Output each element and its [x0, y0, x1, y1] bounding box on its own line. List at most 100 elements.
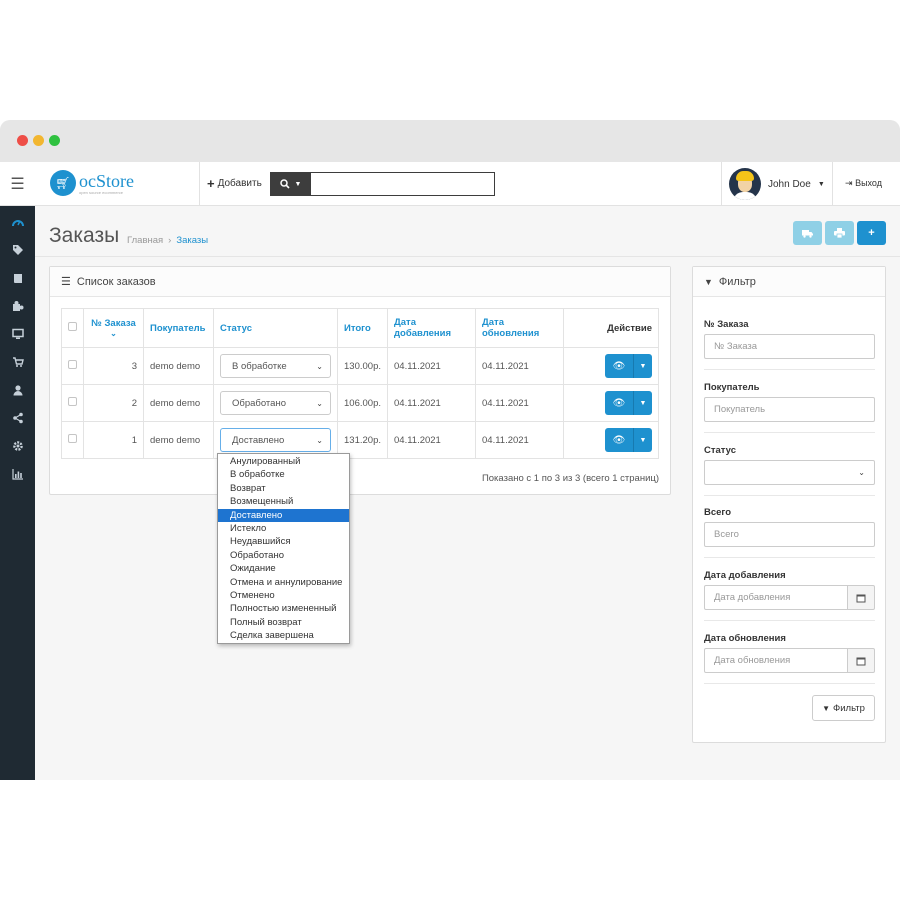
status-option[interactable]: Полностью измененный: [218, 602, 349, 615]
status-dropdown-list: Анулированный В обработке Возврат Возмещ…: [217, 453, 350, 645]
user-menu[interactable]: John Doe ▼: [729, 168, 825, 200]
divider: [704, 557, 875, 558]
logo-name: ocStore: [79, 170, 134, 191]
status-select-value: Обработано: [232, 397, 286, 409]
puzzle-icon[interactable]: [0, 292, 35, 320]
status-select[interactable]: Доставлено ⌄: [220, 428, 331, 452]
add-order-button[interactable]: +: [857, 221, 886, 245]
top-header: ☰ 🛒︎ ocStore open source ecommerce + Доб…: [0, 162, 900, 206]
status-select-value: Доставлено: [232, 434, 285, 446]
view-order-button[interactable]: 👁︎: [605, 428, 633, 452]
search-input[interactable]: [311, 172, 495, 196]
row-checkbox[interactable]: [68, 360, 77, 369]
calendar-icon[interactable]: [847, 585, 875, 610]
date-modified-field[interactable]: Дата обновления: [704, 648, 848, 673]
date-added-field[interactable]: Дата добавления: [704, 585, 848, 610]
status-option[interactable]: Обработано: [218, 549, 349, 562]
status-filter-select[interactable]: ⌄: [704, 460, 875, 485]
divider: [35, 256, 900, 257]
gear-icon[interactable]: [0, 432, 35, 460]
cart-icon[interactable]: [0, 348, 35, 376]
monitor-icon[interactable]: [0, 320, 35, 348]
breadcrumb-home[interactable]: Главная: [127, 235, 163, 246]
status-select[interactable]: В обработке ⌄: [220, 354, 331, 378]
order-actions-dropdown-button[interactable]: ▼: [633, 391, 652, 415]
col-date-added-line2: добавления: [394, 328, 452, 339]
row-select-cell: [61, 384, 84, 422]
status-option[interactable]: Ожидание: [218, 562, 349, 575]
row-select-cell: [61, 347, 84, 385]
filter-button[interactable]: ▼ Фильтр: [812, 695, 875, 721]
cart-logo-icon: 🛒︎: [50, 170, 76, 196]
caret-down-icon: ▼: [294, 180, 302, 188]
maximize-window-button[interactable]: [49, 135, 60, 146]
close-window-button[interactable]: [17, 135, 28, 146]
total-field[interactable]: Всего: [704, 522, 875, 547]
select-all-cell: [61, 308, 84, 348]
view-order-button[interactable]: 👁︎: [605, 354, 633, 378]
total-cell: 130.00р.: [337, 347, 388, 385]
status-option[interactable]: Анулированный: [218, 455, 349, 468]
chevron-down-icon: ⌄: [316, 361, 323, 371]
share-icon[interactable]: [0, 404, 35, 432]
caret-down-icon: ▼: [639, 399, 647, 407]
book-icon[interactable]: [0, 264, 35, 292]
table-row: 1 demo demo Доставлено ⌄ 131.20р. 04.11.2…: [61, 421, 659, 459]
customer-field[interactable]: Покупатель: [704, 397, 875, 422]
status-option[interactable]: В обработке: [218, 468, 349, 481]
store-logo[interactable]: 🛒︎ ocStore open source ecommerce: [50, 170, 134, 196]
menu-toggle-icon[interactable]: ☰: [0, 162, 35, 206]
col-action: Действие: [563, 308, 659, 348]
status-option[interactable]: Истекло: [218, 522, 349, 535]
logout-link[interactable]: ⇥ Выход: [845, 178, 882, 189]
calendar-icon[interactable]: [847, 648, 875, 673]
avatar: [729, 168, 761, 200]
status-option[interactable]: Полный возврат: [218, 616, 349, 629]
status-option[interactable]: Возмещенный: [218, 495, 349, 508]
order-actions-dropdown-button[interactable]: ▼: [633, 428, 652, 452]
eye-icon: 👁︎: [612, 360, 626, 372]
order-id-label: № Заказа: [704, 319, 749, 330]
minimize-window-button[interactable]: [33, 135, 44, 146]
status-option-selected[interactable]: Доставлено: [218, 508, 349, 522]
date-modified-cell: 04.11.2021: [475, 384, 564, 422]
row-checkbox[interactable]: [68, 397, 77, 406]
col-status[interactable]: Статус: [213, 308, 338, 348]
list-icon: ☰: [61, 276, 71, 288]
status-option[interactable]: Неудавшийся: [218, 535, 349, 548]
divider: [704, 683, 875, 684]
status-option[interactable]: Отмена и аннулирование: [218, 576, 349, 589]
col-date-modified[interactable]: Дата обновления: [475, 308, 564, 348]
order-actions-dropdown-button[interactable]: ▼: [633, 354, 652, 378]
col-customer[interactable]: Покупатель: [143, 308, 214, 348]
status-select[interactable]: Обработано ⌄: [220, 391, 331, 415]
status-option[interactable]: Отменено: [218, 589, 349, 602]
orders-table: № Заказа ⌄ Покупатель Статус Итого Дата д…: [61, 308, 659, 459]
col-total[interactable]: Итого: [337, 308, 388, 348]
table-row: 2 demo demo Обработано ⌄ 106.00р. 04.11.2…: [61, 384, 659, 422]
date-added-cell: 04.11.2021: [387, 384, 476, 422]
dashboard-icon[interactable]: [0, 208, 35, 236]
col-order-no[interactable]: № Заказа ⌄: [83, 308, 144, 348]
status-option[interactable]: Сделка завершена: [218, 629, 349, 642]
funnel-icon: ▼: [704, 276, 713, 287]
status-option[interactable]: Возврат: [218, 482, 349, 495]
shipping-button[interactable]: [793, 221, 822, 245]
print-button[interactable]: [825, 221, 854, 245]
filter-panel-title: Фильтр: [718, 275, 756, 288]
browser-window: ☰ 🛒︎ ocStore open source ecommerce + Доб…: [0, 120, 900, 780]
search-type-button[interactable]: ▼: [270, 172, 311, 196]
date-added-cell: 04.11.2021: [387, 421, 476, 459]
chevron-down-icon: ⌄: [858, 468, 865, 477]
bar-chart-icon[interactable]: [0, 460, 35, 488]
row-checkbox[interactable]: [68, 434, 77, 443]
divider: [704, 495, 875, 496]
tag-icon[interactable]: [0, 236, 35, 264]
breadcrumb-current[interactable]: Заказы: [176, 235, 208, 246]
add-button[interactable]: + Добавить: [207, 176, 262, 191]
col-date-added[interactable]: Дата добавления: [387, 308, 476, 348]
user-icon[interactable]: [0, 376, 35, 404]
select-all-checkbox[interactable]: [68, 322, 77, 331]
order-id-field[interactable]: № Заказа: [704, 334, 875, 359]
view-order-button[interactable]: 👁︎: [605, 391, 633, 415]
